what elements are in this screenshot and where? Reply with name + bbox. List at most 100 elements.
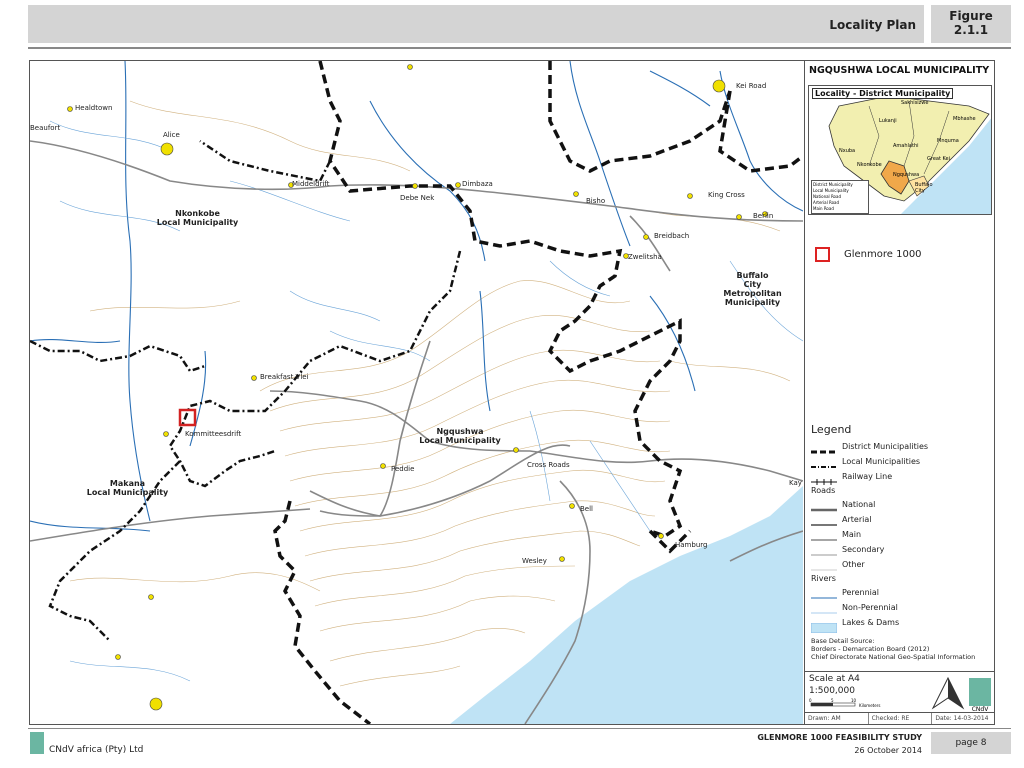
company-logo-icon	[30, 732, 44, 754]
legend-item: Arterial	[811, 512, 991, 527]
map-frame: Healdtown Beaufort Alice Middeldrift Deb…	[29, 60, 995, 725]
figure-label: Figure	[949, 9, 993, 23]
scale-ratio: 1:500,000	[809, 686, 855, 696]
place-label: Peddie	[391, 465, 415, 473]
legend-item: Non-Perennial	[811, 600, 991, 615]
municipality-label: Makana Local Municipality	[86, 479, 169, 497]
place-label: Beaufort	[30, 124, 61, 132]
secondary-road-symbol-icon	[811, 545, 837, 555]
scale-tick: 5	[831, 698, 834, 703]
drawn-by: Drawn: AM	[805, 713, 869, 724]
place-label: Breidbach	[654, 232, 690, 240]
legend-label: Non-Perennial	[842, 603, 898, 612]
main-road-symbol-icon	[811, 530, 837, 541]
place-label: Kei Road	[736, 82, 767, 90]
place-label: Breakfast Vlei	[260, 373, 309, 381]
site-key-square-icon	[815, 247, 830, 262]
legend-label: Local Municipalities	[842, 457, 921, 466]
place-label: Bell	[580, 505, 593, 513]
legend-label: District Municipalities	[842, 442, 929, 451]
municipality-label: Buffalo City Metropolitan Municipality	[723, 271, 782, 307]
site-key: Glenmore 1000	[815, 247, 922, 262]
place-label: Berlin	[753, 212, 774, 220]
scale-bar: 0 5 10 Kilometers	[809, 698, 880, 708]
inset-label: Buffalo City	[915, 182, 933, 194]
legend-label: Railway Line	[842, 472, 893, 481]
local-boundary-symbol-icon	[811, 457, 837, 468]
legend-title: Legend	[811, 423, 852, 436]
municipality-label: Ngqushwa Local Municipality	[419, 427, 501, 445]
inset-label: Sakhisizwe	[901, 100, 929, 106]
place-label: Kay	[789, 479, 802, 487]
place-label: Kommitteesdrift	[185, 430, 242, 438]
legend-item: Local Municipalities	[811, 454, 991, 469]
source-line: Base Detail Source:	[811, 637, 875, 645]
arterial-road-symbol-icon	[811, 515, 837, 526]
legend-label: Other	[842, 560, 865, 569]
inset-map: Locality - District Municipality Sakhisi…	[808, 85, 992, 215]
page-title: Locality Plan	[829, 18, 916, 32]
place-label: Dimbaza	[462, 180, 493, 188]
legend-item: Secondary	[811, 542, 991, 557]
credits-row: Drawn: AM Checked: RE Date: 14-03-2014	[805, 712, 995, 724]
map-sidebar: NGQUSHWA LOCAL MUNICIPALITY Locality - D…	[804, 61, 995, 724]
inset-label: Nxuba	[839, 148, 856, 154]
inset-label: Nkonkobe	[857, 162, 882, 168]
figure-box: Figure 2.1.1	[931, 5, 1011, 43]
legend-item: Main	[811, 527, 991, 542]
legend: Legend District Municipalities Local Mun…	[810, 423, 991, 633]
place-label: King Cross	[708, 191, 745, 199]
place-label: Alice	[163, 131, 180, 139]
mini-legend-item: Main Road	[813, 206, 834, 211]
footer-company: CNdV africa (Pty) Ltd	[49, 745, 144, 755]
header-bar: Locality Plan	[28, 5, 924, 43]
inset-label: Mbhashe	[953, 116, 976, 122]
inset-label: Amahlathi	[893, 143, 919, 149]
legend-item: Railway Line	[811, 469, 991, 485]
inset-label: Great Kei	[927, 156, 951, 162]
legend-item: National	[811, 497, 991, 512]
place-label: Cross Roads	[527, 461, 570, 469]
legend-label: Arterial	[842, 515, 872, 524]
local-boundary	[30, 139, 462, 642]
legend-label: Secondary	[842, 545, 885, 554]
place-label: Zwelitsha	[628, 253, 662, 261]
legend-label: National	[842, 500, 876, 509]
legend-label: Lakes & Dams	[842, 618, 900, 627]
place-label: Healdtown	[75, 104, 113, 112]
municipality-label: Nkonkobe Local Municipality	[156, 209, 239, 227]
inset-label: Lukanji	[879, 118, 897, 124]
north-arrow-icon	[931, 676, 965, 710]
header-divider	[28, 47, 1011, 49]
legend-label: Perennial	[842, 588, 879, 597]
scale-tick: 0	[809, 698, 812, 703]
national-road-symbol-icon	[811, 500, 837, 511]
lakes-symbol-icon	[810, 618, 838, 633]
sidebar-title: NGQUSHWA LOCAL MUNICIPALITY	[809, 65, 990, 76]
scale-unit: Kilometers	[859, 703, 880, 708]
data-source: Base Detail Source: Borders - Demarcatio…	[811, 637, 975, 661]
place-label: Hamburg	[675, 541, 708, 549]
figure-number: 2.1.1	[953, 23, 989, 37]
page-number: page 8	[931, 732, 1011, 754]
railway-symbol-icon	[811, 472, 837, 485]
source-line: Borders - Demarcation Board (2012)	[811, 645, 930, 653]
sea-area	[450, 486, 803, 724]
inset-mini-legend: District Municipality Local Municipality…	[811, 180, 869, 214]
footer-date: 26 October 2014	[854, 746, 922, 755]
scale-tick: 10	[851, 698, 857, 703]
place-label: Bisho	[586, 197, 606, 205]
non-perennial-river-symbol-icon	[811, 603, 837, 613]
legend-heading: Rivers	[811, 574, 836, 583]
inset-label: Mnquma	[937, 138, 959, 144]
legend-item: Other	[811, 557, 991, 572]
site-key-label: Glenmore 1000	[844, 249, 922, 260]
legend-item: District Municipalities	[811, 439, 991, 454]
scale-title: Scale at A4	[809, 674, 860, 684]
map-graphics	[30, 61, 803, 724]
inset-label: Ngqushwa	[893, 172, 920, 178]
footer-study-title: GLENMORE 1000 FEASIBILITY STUDY	[757, 733, 922, 742]
legend-item: Lakes & Dams	[810, 615, 991, 633]
map-canvas[interactable]: Healdtown Beaufort Alice Middeldrift Deb…	[30, 61, 803, 724]
legend-heading: Roads	[811, 486, 836, 495]
